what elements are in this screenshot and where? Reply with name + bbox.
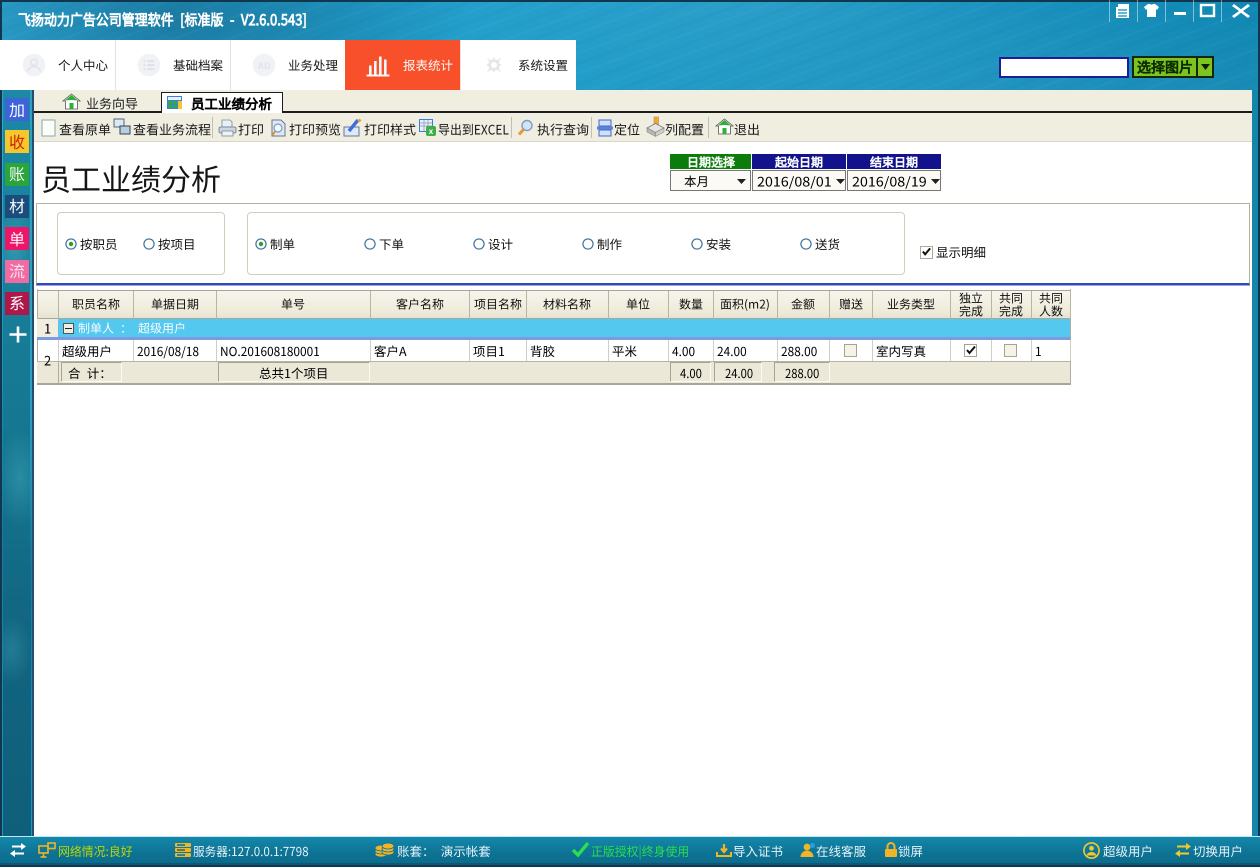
svg-text:AD: AD	[258, 61, 271, 71]
svg-text:x: x	[429, 127, 434, 136]
